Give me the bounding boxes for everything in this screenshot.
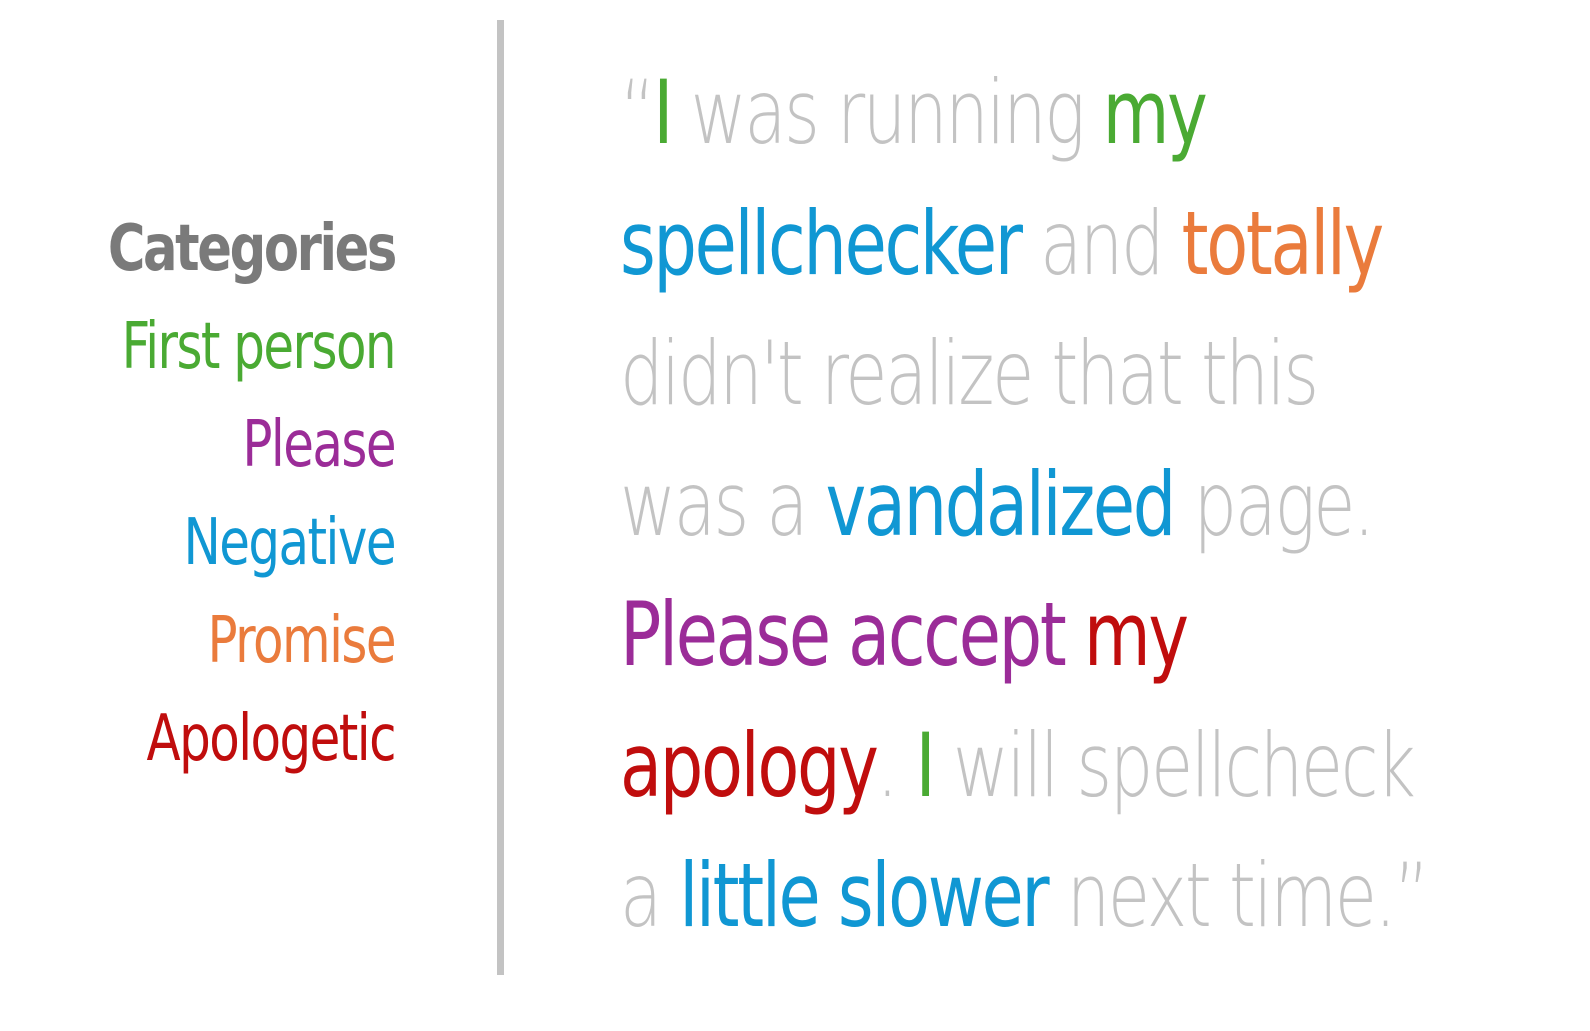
legend-item-please: Please <box>242 408 396 482</box>
quote-line: a little slower next time.” <box>620 831 1486 962</box>
quote-segment-neutral: was running <box>671 61 1103 164</box>
quote-segment-first-person: I <box>653 61 673 164</box>
quote-segment-neutral: will spellcheck <box>933 713 1416 817</box>
quote-segment-neutral: a <box>620 844 680 947</box>
quote-segment-neutral <box>1064 583 1083 686</box>
quote-line: “I was running my <box>620 48 1486 179</box>
quote-line: Please accept my <box>620 570 1486 701</box>
quote-line: apology. I will spellcheck <box>620 701 1486 832</box>
quote-segment-neutral: and <box>1020 191 1182 295</box>
quote-segment-please: Please accept <box>620 583 1067 686</box>
quote-segment-negative: spellchecker <box>620 191 1023 295</box>
quote-segment-negative: little slower <box>679 844 1049 947</box>
quote-line: was a vandalized page. <box>620 440 1486 571</box>
quote-segment-neutral: . <box>876 713 916 817</box>
quote-line: didn't realize that this <box>620 309 1486 440</box>
quote-segment-first-person: I <box>915 713 935 817</box>
quote-segment-neutral: next time.” <box>1047 844 1430 947</box>
legend-item-first-person: First person <box>121 310 397 384</box>
legend-item-apologetic: Apologetic <box>146 702 397 776</box>
quote-segment-apologetic: my <box>1083 583 1189 686</box>
quote-segment-negative: vandalized <box>825 452 1177 556</box>
annotated-quote: “I was running my spellchecker and totall… <box>620 48 1486 962</box>
vertical-divider <box>497 20 504 975</box>
quote-segment-promise: totally <box>1181 191 1385 295</box>
quote-segment-first-person: my <box>1102 61 1208 164</box>
legend-item-promise: Promise <box>207 604 397 678</box>
quote-segment-neutral: “ <box>620 61 656 164</box>
quote-line: spellchecker and totally <box>620 179 1486 310</box>
quote-segment-neutral: was a <box>620 452 826 556</box>
legend-title: Categories <box>107 212 398 286</box>
quote-segment-neutral: page. <box>1174 452 1375 556</box>
quote-segment-apologetic: apology <box>620 713 879 817</box>
quote-segment-neutral: didn't realize that this <box>620 322 1319 425</box>
category-legend: Categories First person Please Negative … <box>15 200 398 788</box>
legend-item-negative: Negative <box>183 506 396 580</box>
